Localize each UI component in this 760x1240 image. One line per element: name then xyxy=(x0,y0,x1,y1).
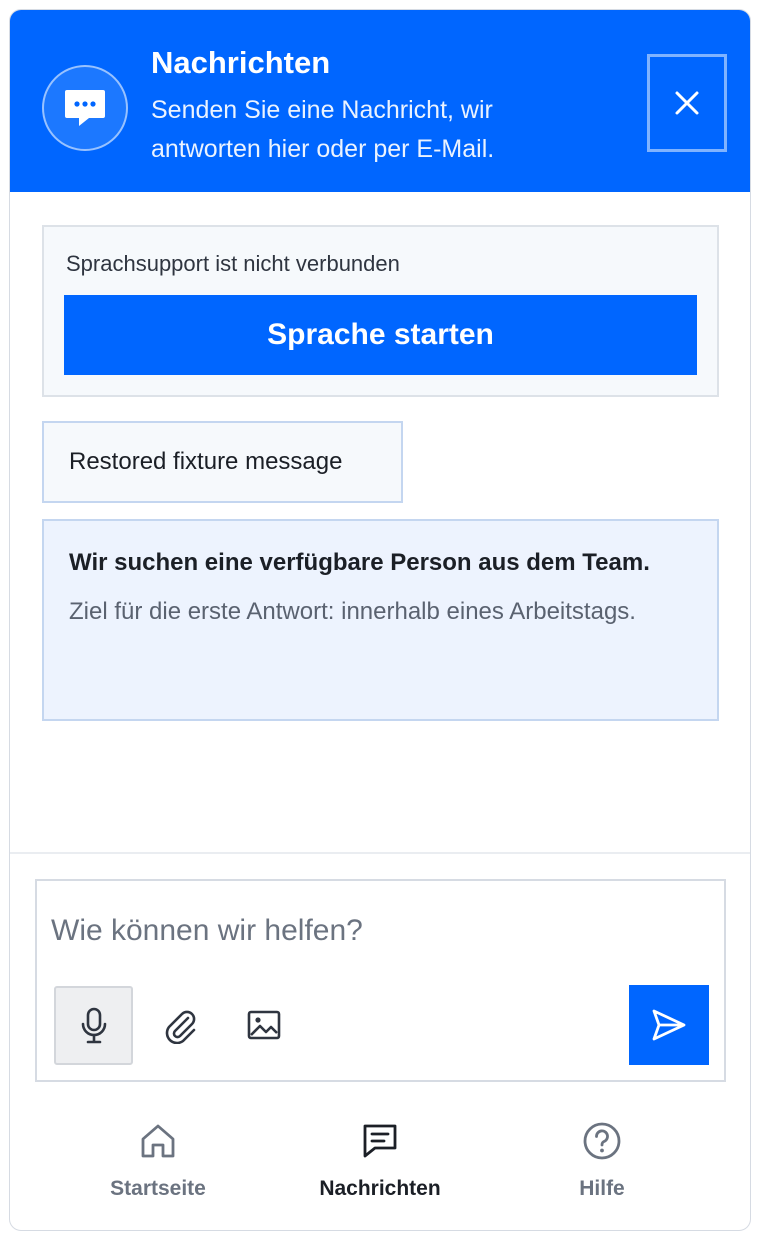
nav-label-home: Startseite xyxy=(110,1177,206,1200)
nav-label-help: Hilfe xyxy=(579,1177,625,1200)
send-button[interactable] xyxy=(629,985,709,1065)
attach-image-button[interactable] xyxy=(234,995,294,1055)
close-icon xyxy=(675,91,699,115)
messages-icon xyxy=(361,1120,399,1162)
header-title: Nachrichten xyxy=(151,45,331,80)
send-icon xyxy=(652,1009,686,1041)
header-subtitle: Senden Sie eine Nachricht, wir antworten… xyxy=(151,96,495,163)
composer-divider xyxy=(10,852,750,854)
notice-text: Ziel für die erste Antwort: innerhalb ei… xyxy=(69,598,636,625)
chat-bubble-icon xyxy=(42,65,128,151)
message-bubble: Restored fixture message xyxy=(42,421,403,503)
messenger-widget: Nachrichten Senden Sie eine Nachricht, w… xyxy=(9,9,751,1231)
voice-status-text: Sprachsupport ist nicht verbunden xyxy=(66,251,400,276)
help-icon xyxy=(582,1120,622,1162)
nav-item-messages[interactable]: Nachrichten xyxy=(270,1120,490,1220)
nav-item-help[interactable]: Hilfe xyxy=(492,1120,712,1220)
bottom-navigation: Startseite Nachrichten Hilfe xyxy=(10,1100,750,1230)
nav-item-home[interactable]: Startseite xyxy=(48,1120,268,1220)
messenger-header: Nachrichten Senden Sie eine Nachricht, w… xyxy=(10,10,750,192)
voice-support-card: Sprachsupport ist nicht verbunden Sprach… xyxy=(42,225,719,397)
message-composer xyxy=(35,879,726,1082)
paperclip-icon xyxy=(165,1010,196,1044)
microphone-button[interactable] xyxy=(54,986,133,1065)
home-icon xyxy=(139,1120,177,1162)
close-button[interactable] xyxy=(647,54,727,152)
attach-file-button[interactable] xyxy=(150,995,210,1055)
nav-label-messages: Nachrichten xyxy=(319,1177,441,1200)
notice-title: Wir suchen eine verfügbare Person aus de… xyxy=(69,549,650,576)
microphone-icon xyxy=(81,1007,106,1043)
start-voice-button[interactable]: Sprache starten xyxy=(64,295,697,375)
routing-notice: Wir suchen eine verfügbare Person aus de… xyxy=(42,519,719,721)
image-icon xyxy=(247,1010,281,1040)
message-input[interactable] xyxy=(51,899,691,963)
